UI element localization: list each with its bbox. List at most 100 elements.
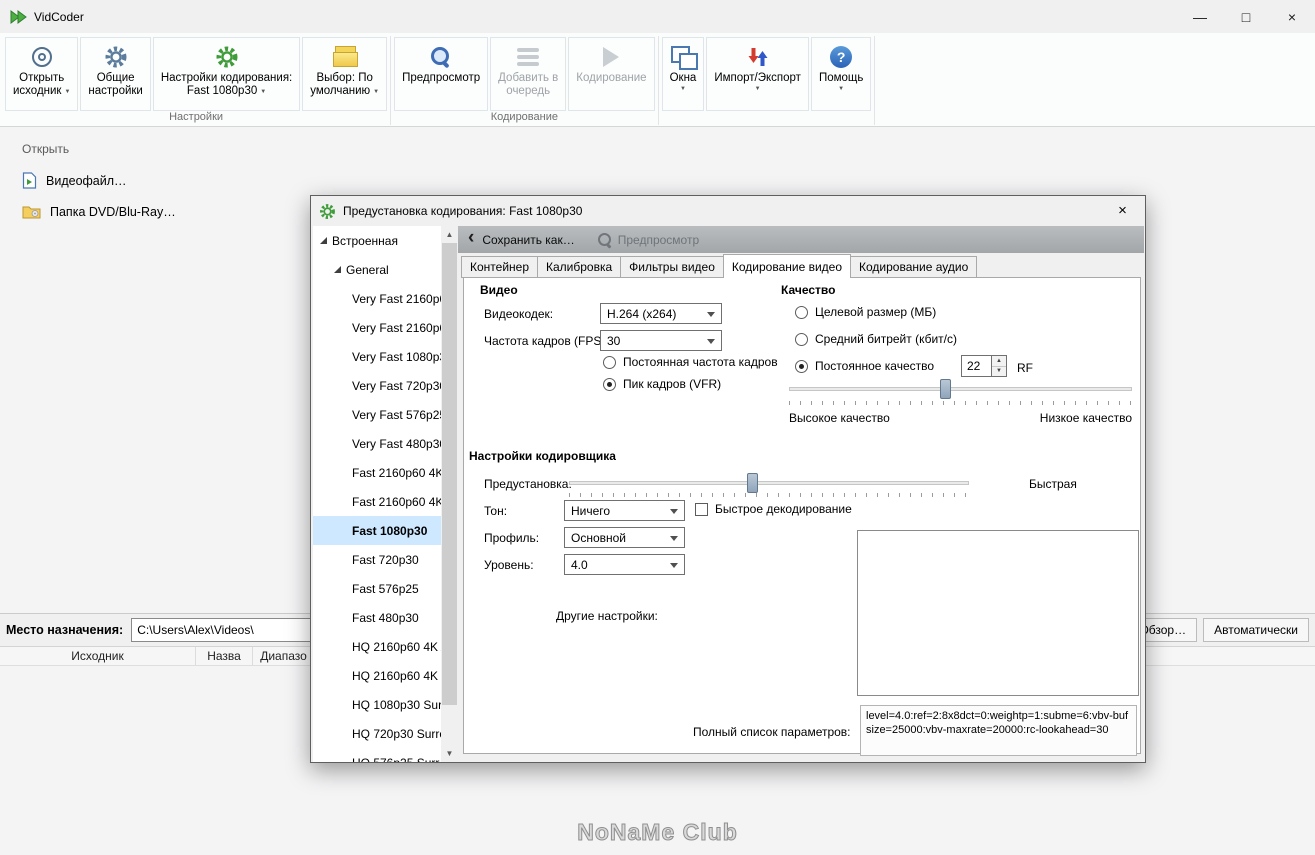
tab-video-encoding[interactable]: Кодирование видео [722,254,852,278]
preset-item-label: Fast 576p25 [352,581,419,596]
slider-track[interactable] [569,481,969,485]
open-source-button[interactable]: Открыть исходник ▼ [5,37,79,111]
auto-destination-button[interactable]: Автоматически [1203,618,1309,642]
fps-select[interactable]: 30 [600,330,722,351]
preset-item-label: Fast 1080p30 [352,523,428,538]
preset-item[interactable]: Fast 2160p60 4K [313,487,441,516]
rf-spin-buttons: ▲ ▼ [992,355,1007,377]
preset-item[interactable]: HQ 2160p60 4K H [313,661,441,690]
back-button[interactable]: ‹ [468,228,474,247]
preset-item[interactable]: Very Fast 2160p6 [313,284,441,313]
preset-item-label: HQ 576p25 Surr [352,756,439,763]
picker-button[interactable]: Выбор: По умолчанию ▼ [302,37,388,111]
full-params-value: level=4.0:ref=2:8x8dct=0:weightp=1:subme… [860,705,1137,756]
tab-container[interactable]: Контейнер [461,256,539,278]
video-encoding-panel: Видео Видеокодек: H.264 (x264) Частота к… [463,277,1141,756]
fast-decode-label: Быстрое декодирование [715,502,852,516]
constant-quality-radio[interactable]: Постоянное качество [795,359,934,373]
tune-select[interactable]: Ничего [564,500,685,521]
preset-item[interactable]: Fast 480p30 [313,603,441,632]
maximize-button[interactable]: □ [1223,0,1269,33]
open-dvd-folder-button[interactable]: Папка DVD/Blu-Ray… [22,204,176,219]
preset-item[interactable]: HQ 1080p30 Surr [313,690,441,719]
dialog-toolbar: ‹ Сохранить как… Предпросмотр [458,226,1144,253]
column-header-range[interactable]: Диапазо [253,647,315,665]
preset-item[interactable]: HQ 720p30 Surro [313,719,441,748]
video-file-icon [22,172,37,189]
slider-thumb[interactable] [747,473,758,493]
import-export-button[interactable]: Импорт/Экспорт ▼ [706,37,809,111]
encode-button[interactable]: Кодирование [568,37,655,111]
spin-up-icon[interactable]: ▲ [992,356,1006,367]
caret-icon: ▼ [64,88,71,95]
disc-icon [31,46,52,67]
close-button[interactable]: × [1269,0,1315,33]
scroll-down-icon[interactable]: ▼ [441,745,458,762]
preset-item-selected[interactable]: Fast 1080p30 [313,516,441,545]
spin-down-icon[interactable]: ▼ [992,366,1006,376]
expander-icon [320,237,327,244]
encoding-settings-button[interactable]: Настройки кодирования: Fast 1080p30 ▼ [152,37,301,111]
gear-icon [105,46,127,67]
column-header-source[interactable]: Исходник [0,647,196,665]
dialog-tabs: Контейнер Калибровка Фильтры видео Кодир… [461,254,978,278]
preset-item-label: Very Fast 480p30 [352,436,441,451]
tab-video-filters[interactable]: Фильтры видео [620,256,724,278]
help-button[interactable]: ? Помощь ▼ [810,37,872,111]
extra-options-input[interactable] [857,530,1139,696]
extra-options-label: Другие настройки: [556,609,658,623]
preset-item[interactable]: HQ 2160p60 4K A [313,632,441,661]
preset-item[interactable]: Fast 2160p60 4K . [313,458,441,487]
level-select[interactable]: 4.0 [564,554,685,575]
titlebar: VidCoder — □ × [0,0,1315,33]
avg-bitrate-radio[interactable]: Средний битрейт (кбит/с) [795,332,957,346]
tab-audio-encoding[interactable]: Кодирование аудио [850,256,978,278]
caret-icon: ▼ [838,86,845,92]
preset-list-scrollbar[interactable]: ▲ ▼ [441,226,458,762]
preset-item[interactable]: Very Fast 720p30 [313,371,441,400]
profile-select[interactable]: Основной [564,527,685,548]
minimize-button[interactable]: — [1177,0,1223,33]
preset-item[interactable]: HQ 576p25 Surr [313,748,441,763]
windows-button[interactable]: Окна ▼ [661,37,705,111]
open-video-file-button[interactable]: Видеофайл… [22,172,176,189]
add-to-queue-label-1: Добавить в [498,72,559,84]
slider-track[interactable] [789,387,1132,391]
save-as-button[interactable]: Сохранить как… [482,233,574,247]
cfr-radio[interactable]: Постоянная частота кадров [603,355,778,369]
general-settings-button[interactable]: Общие настройки [80,37,151,111]
folder-icon [22,206,41,219]
high-quality-label: Высокое качество [789,411,890,425]
preview-label: Предпросмотр [402,72,481,84]
preset-item[interactable]: Fast 576p25 [313,574,441,603]
preset-item[interactable]: Very Fast 2160p6 [313,313,441,342]
preset-item[interactable]: Very Fast 1080p3 [313,342,441,371]
fast-decode-checkbox[interactable]: Быстрое декодирование [695,502,852,516]
preset-item[interactable]: Very Fast 576p25 [313,400,441,429]
target-size-radio[interactable]: Целевой размер (МБ) [795,305,936,319]
preset-item[interactable]: Fast 720p30 [313,545,441,574]
preview-button[interactable]: Предпросмотр [394,37,489,111]
tab-sizing[interactable]: Калибровка [537,256,622,278]
rf-value[interactable]: 22 [961,355,992,377]
scrollbar-thumb[interactable] [442,243,457,705]
vfr-radio[interactable]: Пик кадров (VFR) [603,377,721,391]
tree-node-built-in[interactable]: Встроенная [313,226,441,255]
preset-item-label: HQ 720p30 Surro [352,726,441,741]
quality-slider[interactable] [789,379,1132,400]
slider-thumb[interactable] [939,379,951,399]
dialog-preview-button[interactable]: Предпросмотр [597,232,699,247]
codec-select[interactable]: H.264 (x264) [600,303,722,324]
scroll-up-icon[interactable]: ▲ [441,226,458,243]
preview-icon [597,232,612,247]
preset-item[interactable]: Very Fast 480p30 [313,429,441,458]
column-header-name[interactable]: Назва [196,647,253,665]
dialog-close-button[interactable]: × [1100,196,1145,225]
tree-node-general[interactable]: General [313,255,441,284]
encoder-preset-slider[interactable] [569,473,969,494]
dialog-title: Предустановка кодирования: Fast 1080p30 [343,204,583,218]
rf-spinner[interactable]: 22 ▲ ▼ [961,355,1007,377]
add-to-queue-button[interactable]: Добавить в очередь [490,37,567,111]
preset-item-label: HQ 2160p60 4K A [352,639,441,654]
preset-item-label: HQ 1080p30 Surr [352,697,441,712]
